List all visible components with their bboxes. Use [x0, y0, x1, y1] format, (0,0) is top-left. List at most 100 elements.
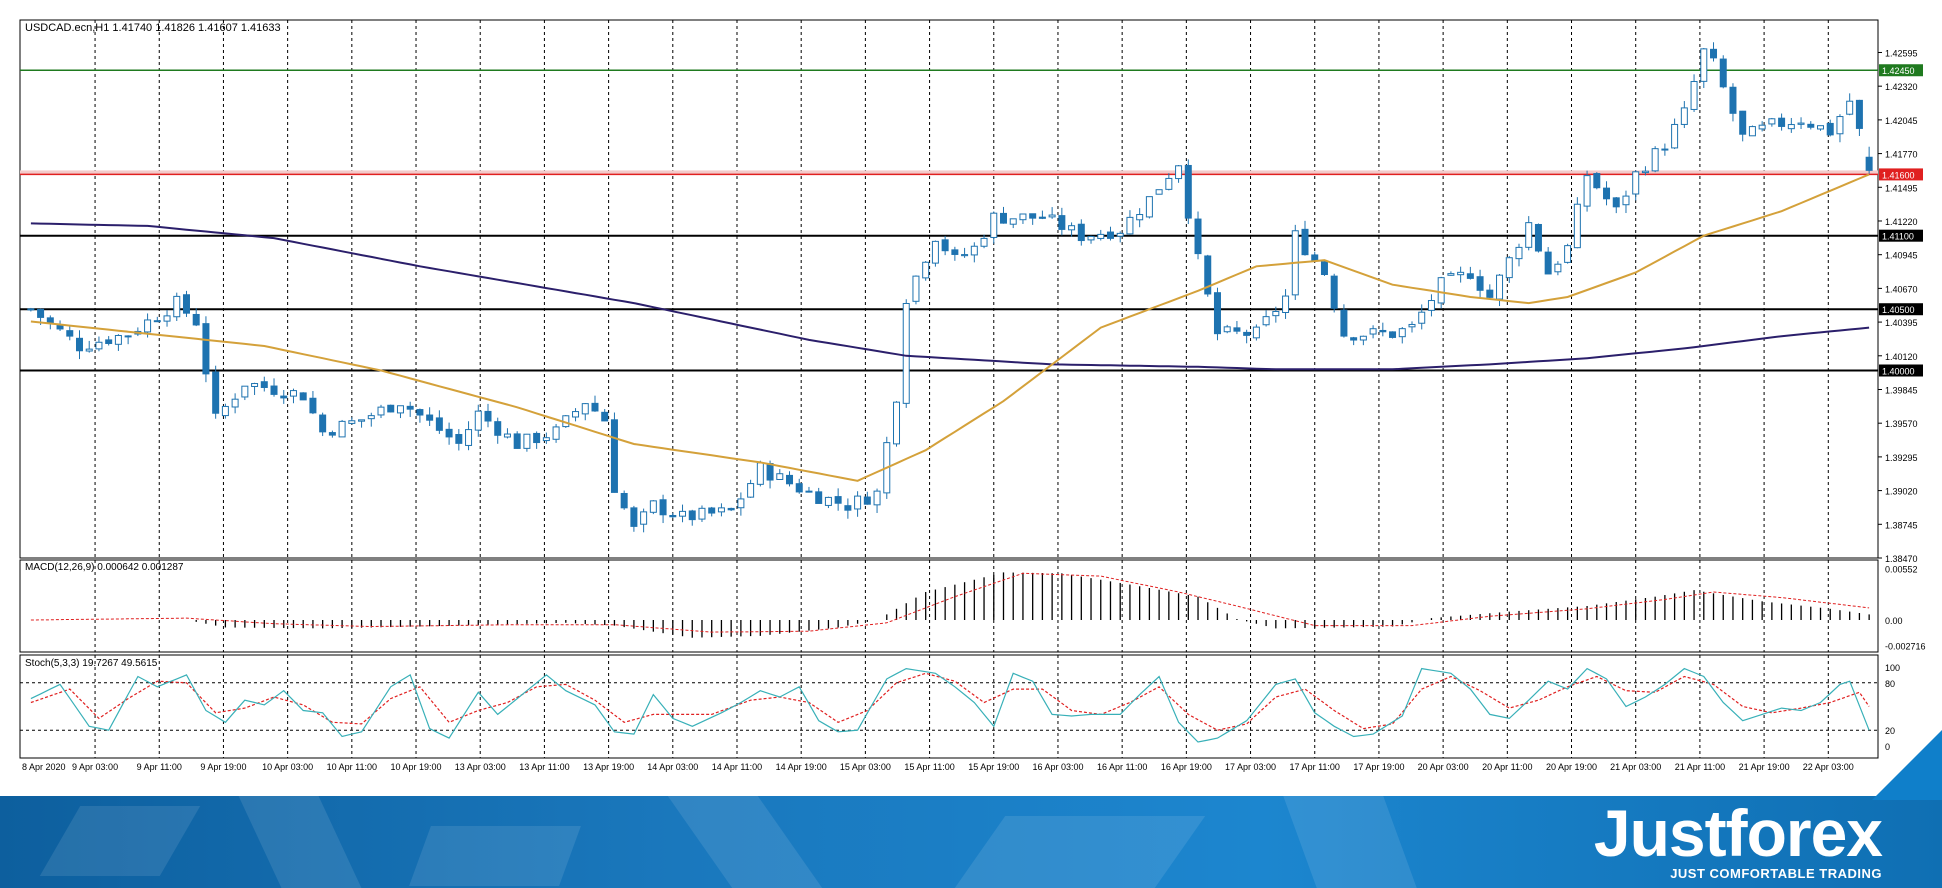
bear-candle — [1612, 197, 1620, 208]
bull-candle — [1262, 316, 1270, 326]
bull-candle — [1573, 203, 1581, 249]
bull-candle — [1155, 189, 1163, 195]
bear-candle — [786, 474, 794, 485]
bear-candle — [105, 339, 113, 344]
symbol-info: USDCAD.ecn,H1 1.41740 1.41826 1.41607 1.… — [25, 22, 281, 34]
bear-candle — [1379, 329, 1387, 333]
bull-candle — [1126, 216, 1134, 235]
bull-candle — [251, 383, 259, 387]
time-tick-label: 9 Apr 11:00 — [137, 762, 182, 772]
bear-candle — [834, 496, 842, 504]
bear-candle — [270, 385, 278, 395]
bear-candle — [1029, 213, 1037, 219]
price-tick-label: 1.40395 — [1885, 318, 1918, 328]
bull-candle — [523, 433, 531, 449]
price-tick-label: 1.42045 — [1885, 116, 1918, 126]
bull-candle — [396, 405, 404, 414]
bear-candle — [309, 397, 317, 414]
bear-candle — [212, 371, 220, 414]
time-tick-label: 16 Apr 11:00 — [1097, 762, 1147, 772]
price-tick-label: 1.38745 — [1885, 520, 1918, 530]
bull-candle — [1632, 171, 1640, 195]
bear-candle — [1311, 254, 1319, 262]
bull-candle — [1583, 175, 1591, 207]
bull-candle — [1369, 328, 1377, 335]
bull-candle — [289, 390, 297, 397]
time-tick-label: 9 Apr 03:00 — [72, 762, 118, 772]
bull-candle — [503, 433, 511, 438]
bear-candle — [1184, 164, 1192, 219]
time-tick-label: 15 Apr 11:00 — [904, 762, 954, 772]
bear-candle — [280, 395, 288, 399]
bull-candle — [1641, 170, 1649, 174]
time-tick-label: 20 Apr 19:00 — [1546, 762, 1597, 772]
bull-candle — [1661, 148, 1669, 151]
bear-candle — [513, 433, 521, 449]
bear-candle — [591, 402, 599, 412]
bear-candle — [1476, 276, 1484, 291]
stoch-tick-label: 80 — [1885, 679, 1895, 689]
bull-candle — [824, 496, 832, 506]
bear-candle — [795, 483, 803, 493]
bull-candle — [854, 495, 862, 510]
bull-candle — [1554, 263, 1562, 273]
macd-tick-label: 0.00 — [1885, 616, 1903, 626]
time-tick-label: 13 Apr 19:00 — [583, 762, 634, 772]
price-tick-label: 1.41770 — [1885, 150, 1918, 160]
time-tick-label: 22 Apr 03:00 — [1803, 762, 1854, 772]
bear-candle — [1486, 289, 1494, 298]
time-tick-label: 14 Apr 19:00 — [776, 762, 827, 772]
bull-candle — [1690, 81, 1698, 110]
level-price-label: 1.41100 — [1882, 232, 1914, 242]
bear-candle — [1544, 251, 1552, 275]
logo-tagline: JUST COMFORTABLE TRADING — [1670, 866, 1882, 881]
bull-candle — [465, 429, 473, 446]
bull-candle — [1817, 125, 1825, 130]
bear-candle — [1301, 228, 1309, 256]
price-tick-label: 1.39570 — [1885, 419, 1918, 429]
bear-candle — [192, 313, 200, 326]
bear-candle — [75, 337, 83, 352]
bull-candle — [338, 420, 346, 438]
bull-candle — [377, 406, 385, 416]
level-price-label: 1.40000 — [1882, 366, 1915, 376]
bear-candle — [1077, 223, 1085, 242]
bull-candle — [912, 275, 920, 302]
bear-candle — [445, 428, 453, 438]
bear-candle — [863, 496, 871, 505]
bear-candle — [182, 294, 190, 314]
bear-candle — [1739, 110, 1747, 135]
justforex-logo[interactable]: Justforex JUST COMFORTABLE TRADING — [1562, 796, 1883, 888]
bull-candle — [922, 261, 930, 279]
banner-corner — [1872, 730, 1942, 800]
bull-candle — [1768, 118, 1776, 125]
bull-candle — [173, 295, 181, 318]
bull-candle — [1272, 310, 1280, 317]
bear-candle — [416, 409, 424, 416]
logo-text: Justforex — [1593, 796, 1883, 870]
bear-candle — [620, 492, 628, 509]
bear-candle — [299, 392, 307, 401]
bear-candle — [533, 432, 541, 444]
price-tick-label: 1.39845 — [1885, 385, 1918, 395]
bull-candle — [1048, 214, 1056, 218]
bull-candle — [1427, 300, 1435, 311]
bull-candle — [1009, 218, 1017, 225]
bull-candle — [931, 240, 939, 264]
bull-candle — [1175, 165, 1183, 180]
time-tick-label: 15 Apr 19:00 — [968, 762, 1019, 772]
bear-candle — [1826, 122, 1834, 136]
bull-candle — [1496, 274, 1504, 300]
bear-candle — [1729, 86, 1737, 114]
bear-candle — [805, 490, 813, 493]
time-tick-label: 13 Apr 03:00 — [455, 762, 506, 772]
stoch-tick-label: 100 — [1885, 663, 1900, 673]
bull-candle — [552, 426, 560, 440]
time-tick-label: 10 Apr 11:00 — [327, 762, 377, 772]
bull-candle — [581, 403, 589, 415]
time-tick-label: 21 Apr 11:00 — [1675, 762, 1725, 772]
stoch-label: Stoch(5,3,3) 19.7267 49.5615 — [25, 658, 158, 669]
bull-candle — [1408, 323, 1416, 328]
bull-candle — [1525, 222, 1533, 248]
bear-candle — [494, 421, 502, 436]
